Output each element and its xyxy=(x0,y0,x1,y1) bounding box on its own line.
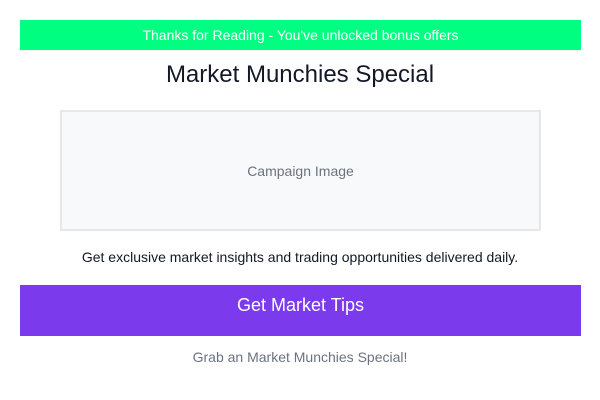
footer-tagline: Grab an Market Munchies Special! xyxy=(192,349,408,365)
banner-text: Thanks for Reading - You've unlocked bon… xyxy=(142,27,459,43)
campaign-image-placeholder: Campaign Image xyxy=(247,162,354,179)
page-title: Market Munchies Special xyxy=(165,61,435,88)
bonus-banner: Thanks for Reading - You've unlocked bon… xyxy=(20,20,581,50)
get-market-tips-button[interactable]: Get Market Tips xyxy=(20,285,581,336)
campaign-image: Campaign Image xyxy=(60,110,541,231)
promo-page: Thanks for Reading - You've unlocked bon… xyxy=(0,0,600,400)
campaign-description: Get exclusive market insights and tradin… xyxy=(81,249,519,265)
